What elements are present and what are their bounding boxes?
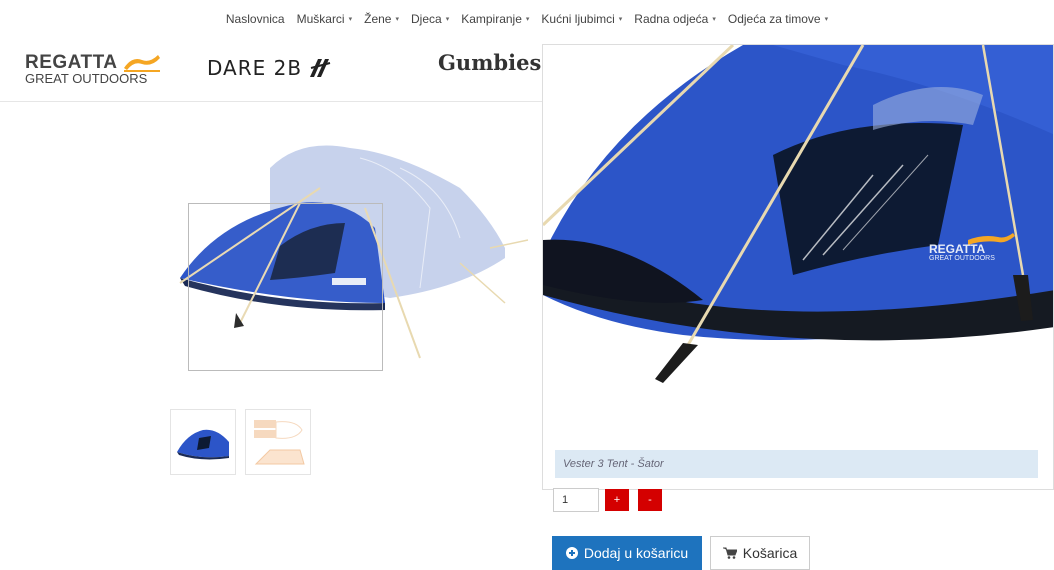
dare2b-mark-icon (310, 59, 331, 77)
chevron-down-icon: ▾ (618, 16, 623, 23)
nav-label: Žene (364, 12, 392, 26)
dare2b-logo[interactable]: DARE 2B (207, 56, 332, 80)
gumbies-logo-text: Gumbies (438, 50, 542, 75)
cart-icon (722, 547, 737, 559)
nav-item-muskarci[interactable]: Muškarci ▾ (297, 12, 353, 26)
zoom-lens[interactable] (188, 203, 383, 371)
add-to-cart-label: Dodaj u košaricu (583, 545, 689, 561)
floorplan-thumbnail-image (254, 420, 305, 465)
chevron-down-icon: ▾ (445, 16, 450, 23)
cart-button[interactable]: Košarica (710, 536, 810, 570)
quantity-input[interactable] (553, 488, 599, 512)
nav-label: Naslovnica (225, 12, 285, 26)
tent-thumbnail-image (177, 429, 229, 460)
quantity-plus-button[interactable]: + (605, 489, 629, 511)
nav-label: Kampiranje (461, 12, 522, 26)
zoom-caption: Vester 3 Tent - Šator (555, 450, 1038, 478)
nav-item-odjeca-za-timove[interactable]: Odjeća za timove ▾ (728, 12, 828, 26)
thumbnail-tent[interactable] (170, 409, 236, 475)
cart-label: Košarica (742, 545, 798, 561)
zoomed-tent-image (543, 45, 1053, 489)
quantity-minus-button[interactable]: - (638, 489, 662, 511)
nav-label: Kućni ljubimci (541, 12, 615, 26)
nav-item-kucni-ljubimci[interactable]: Kućni ljubimci ▾ (541, 12, 622, 26)
zoom-brand-patch: REGATTA GREAT OUTDOORS (929, 243, 995, 262)
zoom-panel: REGATTA GREAT OUTDOORS (542, 44, 1054, 490)
zoom-brand-patch-text: REGATTA (929, 242, 986, 256)
nav-label: Muškarci (296, 12, 345, 26)
nav-item-djeca[interactable]: Djeca ▾ (411, 12, 449, 26)
nav-item-radna-odjeca[interactable]: Radna odjeća ▾ (634, 12, 716, 26)
chevron-down-icon: ▾ (824, 16, 829, 23)
add-to-cart-button[interactable]: Dodaj u košaricu (552, 536, 702, 570)
zoom-brand-patch-tagline: GREAT OUTDOORS (929, 255, 995, 262)
nav-item-zene[interactable]: Žene ▾ (364, 12, 399, 26)
chevron-down-icon: ▾ (525, 16, 530, 23)
dare2b-logo-text: DARE 2B (207, 56, 303, 80)
regatta-logo-text: REGATTA (25, 52, 118, 73)
nav-label: Odjeća za timove (727, 12, 821, 26)
chevron-down-icon: ▾ (395, 16, 399, 23)
nav-label: Djeca (411, 12, 442, 26)
chevron-down-icon: ▾ (712, 16, 716, 23)
chevron-down-icon: ▾ (348, 16, 353, 23)
regatta-swoosh-icon (123, 55, 160, 72)
thumbnail-floorplan[interactable] (245, 409, 311, 475)
regatta-logo[interactable]: REGATTA GREAT OUTDOORS (25, 52, 165, 92)
nav-label: Radna odjeća (634, 12, 709, 26)
top-navigation: Naslovnica Muškarci ▾ Žene ▾ Djeca ▾ Kampir… (0, 0, 1054, 38)
gumbies-logo[interactable]: Gumbies (438, 50, 541, 75)
regatta-tagline: GREAT OUTDOORS (25, 71, 148, 86)
nav-item-kampiranje[interactable]: Kampiranje ▾ (461, 12, 529, 26)
nav-item-naslovnica[interactable]: Naslovnica (226, 12, 285, 26)
plus-icon (565, 547, 578, 559)
